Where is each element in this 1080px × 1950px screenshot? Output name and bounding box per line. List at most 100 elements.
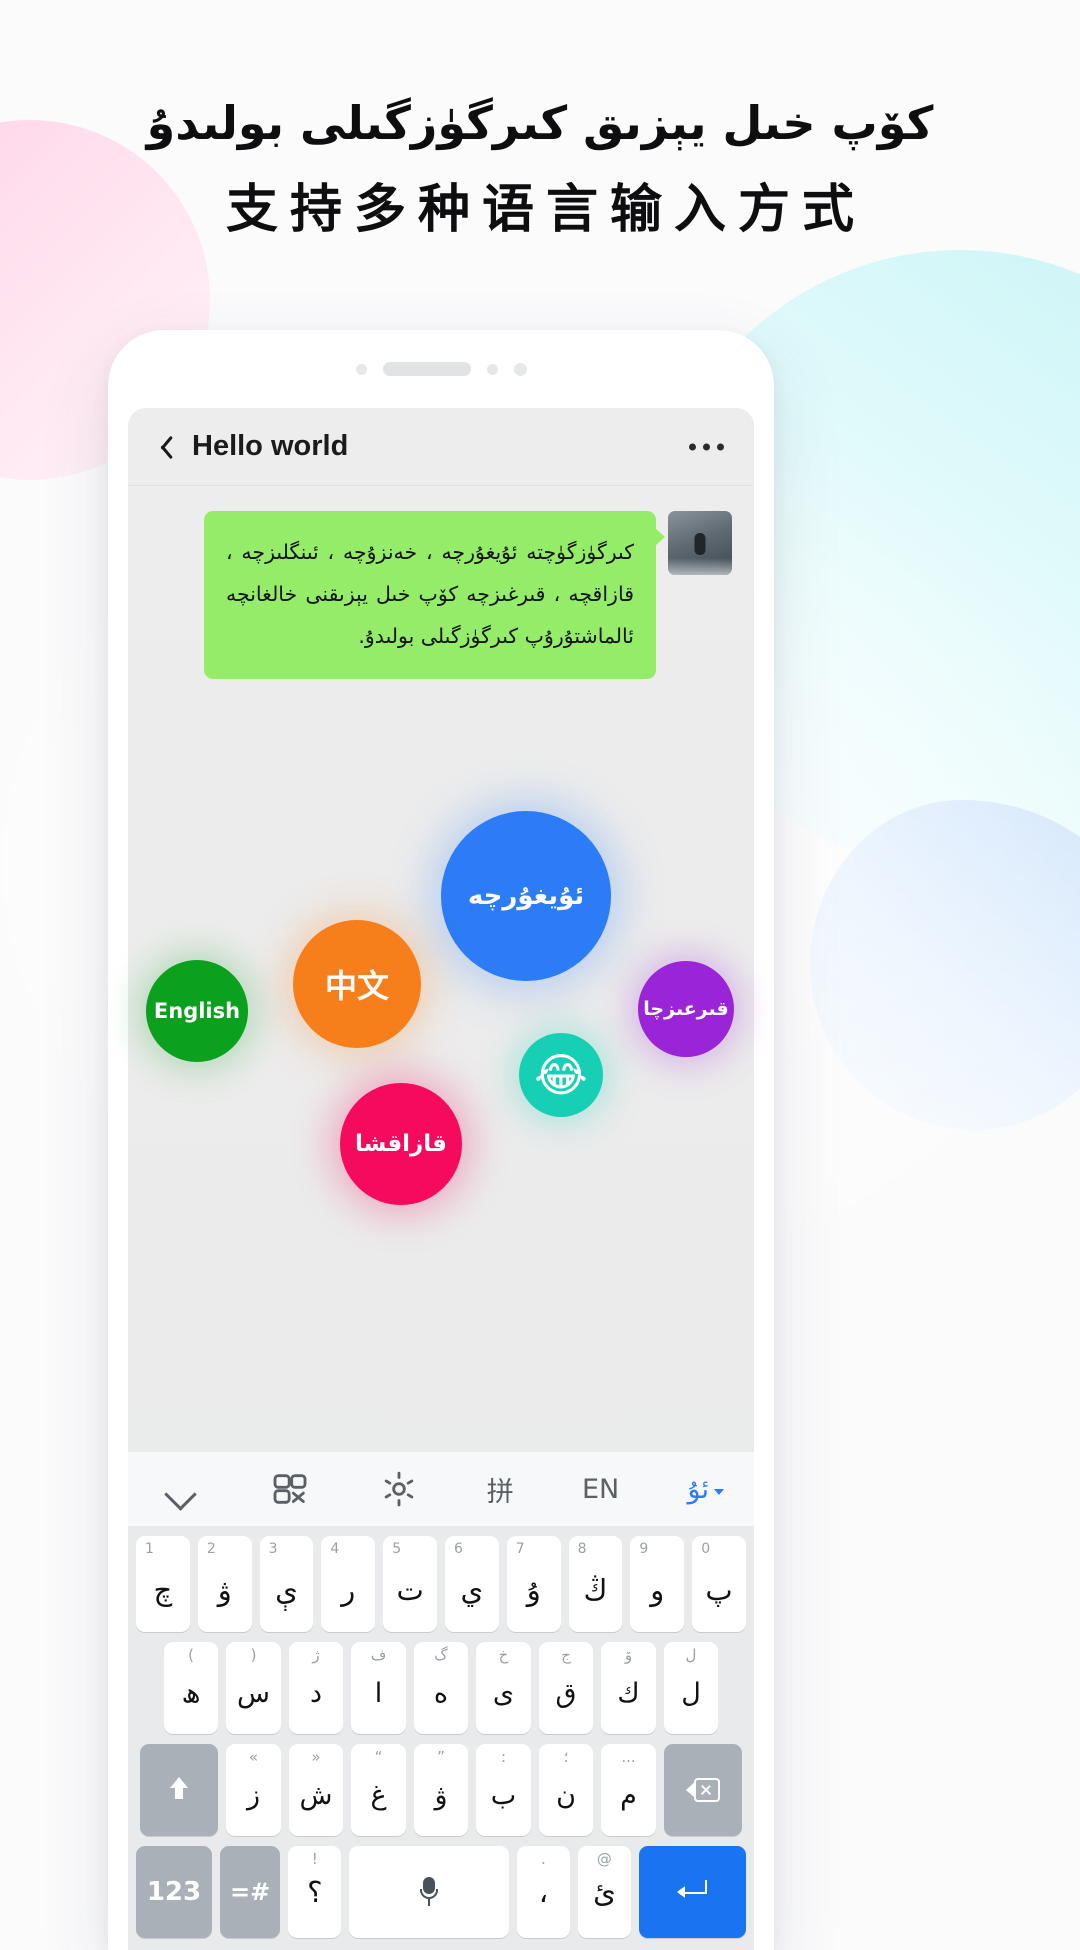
key[interactable]: 2ۋ: [197, 1536, 252, 1632]
key[interactable]: ژد: [288, 1642, 344, 1734]
key[interactable]: جق: [538, 1642, 594, 1734]
space-key[interactable]: [349, 1846, 509, 1938]
key-sup: ج: [561, 1646, 571, 1664]
key-number: 0: [701, 1541, 711, 1557]
shift-arrow-icon: [167, 1777, 191, 1803]
key[interactable]: ؛ ن: [538, 1744, 594, 1836]
gear-icon[interactable]: [379, 1469, 419, 1509]
key-sup: »: [311, 1748, 321, 1766]
key-glyph: غ: [370, 1779, 387, 1811]
key-glyph: ب: [490, 1779, 517, 1811]
key-glyph: ؟: [307, 1875, 323, 1909]
backspace-key[interactable]: [663, 1744, 742, 1836]
key[interactable]: ۆك: [601, 1642, 656, 1734]
key[interactable]: گە: [413, 1642, 469, 1734]
key-glyph: ۋ: [434, 1779, 448, 1811]
backspace-icon: [685, 1778, 720, 1802]
key[interactable]: 8ڭ: [568, 1536, 623, 1632]
enter-key[interactable]: [638, 1846, 746, 1938]
language-bubble-emoji[interactable]: 😂: [519, 1033, 603, 1117]
key[interactable]: 1چ: [136, 1536, 190, 1632]
key-sup: :: [500, 1748, 507, 1766]
key[interactable]: لل: [663, 1642, 719, 1734]
sensor-dot-right: [486, 363, 498, 375]
key[interactable]: 0پ: [692, 1536, 746, 1632]
more-options-icon[interactable]: [689, 443, 724, 450]
key-glyph: پ: [705, 1573, 733, 1607]
language-uyghur-label: ئۇ: [687, 1473, 709, 1505]
headline-block: كۆپ خىل يېزىق كىرگۈزگىلى بولىدۇ 支持多种语言输入…: [0, 95, 1080, 242]
key[interactable]: (ھ: [163, 1642, 219, 1734]
key-number: 5: [392, 1541, 402, 1557]
key-glyph: ر: [341, 1573, 356, 1607]
key-glyph: ى: [492, 1677, 515, 1709]
chevron-down-icon-small: [713, 1489, 724, 1495]
key-glyph: ن: [556, 1779, 576, 1811]
key[interactable]: 5ت: [383, 1536, 437, 1632]
key[interactable]: “غ: [351, 1744, 406, 1836]
key-sup: ؛: [563, 1748, 569, 1766]
key-glyph: ق: [555, 1677, 577, 1709]
language-bubble-kazakh[interactable]: قازاقشا: [340, 1083, 462, 1205]
key-sup: ف: [370, 1646, 387, 1664]
key-glyph: م: [620, 1779, 637, 1811]
microphone-icon: [420, 1877, 439, 1907]
key-glyph: ل: [681, 1677, 701, 1709]
key[interactable]: 4ر: [321, 1536, 376, 1632]
language-bubble-uyghur[interactable]: ئۇيغۇرچە: [441, 811, 611, 981]
key[interactable]: ” ۋ: [413, 1744, 469, 1836]
key-sup: ژ: [312, 1646, 320, 1664]
language-bubble-english[interactable]: English: [146, 960, 248, 1062]
language-english-button[interactable]: EN: [582, 1474, 619, 1505]
key-number: 6: [454, 1541, 463, 1557]
key[interactable]: 3ې: [259, 1536, 314, 1632]
key[interactable]: خى: [476, 1642, 531, 1734]
key[interactable]: 7ۇ: [506, 1536, 561, 1632]
language-bubble-chinese[interactable]: 中文: [293, 920, 421, 1048]
key-glyph: س: [237, 1677, 270, 1709]
key[interactable]: ... م: [601, 1744, 656, 1836]
key-number: 7: [515, 1541, 525, 1557]
key-sup: گ: [434, 1646, 448, 1664]
headline-uyghur: كۆپ خىل يېزىق كىرگۈزگىلى بولىدۇ: [146, 96, 934, 150]
chat-header: Hello world: [128, 408, 754, 486]
sensor-dot-left: [355, 363, 367, 375]
key-glyph: ،: [538, 1875, 549, 1909]
language-bubble-kyrgyz[interactable]: قىرعىزچا: [638, 961, 734, 1057]
chevron-down-icon[interactable]: [158, 1467, 202, 1511]
keyboard-toolbar: 拼 EN ئۇ: [128, 1452, 754, 1526]
comma-key[interactable]: . ،: [516, 1846, 570, 1938]
keyboard-row-3: «ز » ش “غ ” ۋ :ب ؛ ن ... م: [128, 1744, 754, 1836]
keyboard-row-1: 1چ 2ۋ 3ې 4ر 5ت 6ي 7ۇ 8ڭ 9و 0پ: [128, 1536, 754, 1632]
key[interactable]: 9و: [630, 1536, 685, 1632]
hamza-key[interactable]: @ ئ: [577, 1846, 631, 1938]
key-glyph: ڭ: [583, 1573, 608, 1607]
key-sup: ...: [621, 1748, 636, 1766]
language-uyghur-button[interactable]: ئۇ: [688, 1474, 724, 1505]
key[interactable]: فا: [351, 1642, 406, 1734]
virtual-keyboard: 拼 EN ئۇ 1چ 2ۋ 3ې 4ر 5ت 6ي 7ۇ 8ڭ 9و 0پ (…: [128, 1452, 754, 1950]
key[interactable]: » ش: [288, 1744, 344, 1836]
key[interactable]: 6ي: [445, 1536, 499, 1632]
key-sup: ۆ: [624, 1646, 633, 1664]
question-key[interactable]: ! ؟: [288, 1846, 342, 1938]
back-chevron-icon[interactable]: [154, 433, 170, 461]
key[interactable]: «ز: [226, 1744, 281, 1836]
key[interactable]: :ب: [476, 1744, 531, 1836]
key-sup: @: [596, 1850, 612, 1868]
symbols-key[interactable]: =#: [219, 1846, 281, 1938]
key-number: 3: [268, 1541, 278, 1557]
keyboard-row-4: 123 =# ! ؟ . ، @ ئ: [128, 1846, 754, 1944]
key-glyph: د: [309, 1677, 323, 1709]
key-glyph: ز: [246, 1779, 261, 1811]
clipboard-icon[interactable]: [270, 1469, 310, 1509]
key[interactable]: ) س: [226, 1642, 281, 1734]
key-glyph: چ: [153, 1573, 173, 1607]
key-glyph: ې: [275, 1573, 298, 1607]
key-glyph: =#: [229, 1878, 271, 1906]
numeric-key[interactable]: 123: [136, 1846, 212, 1938]
language-pinyin-button[interactable]: 拼: [487, 1470, 514, 1509]
keyboard-row-2: (ھ ) س ژد فا گە خى جق ۆك لل: [128, 1642, 754, 1734]
key-glyph: ك: [617, 1677, 640, 1709]
shift-key[interactable]: [140, 1744, 219, 1836]
